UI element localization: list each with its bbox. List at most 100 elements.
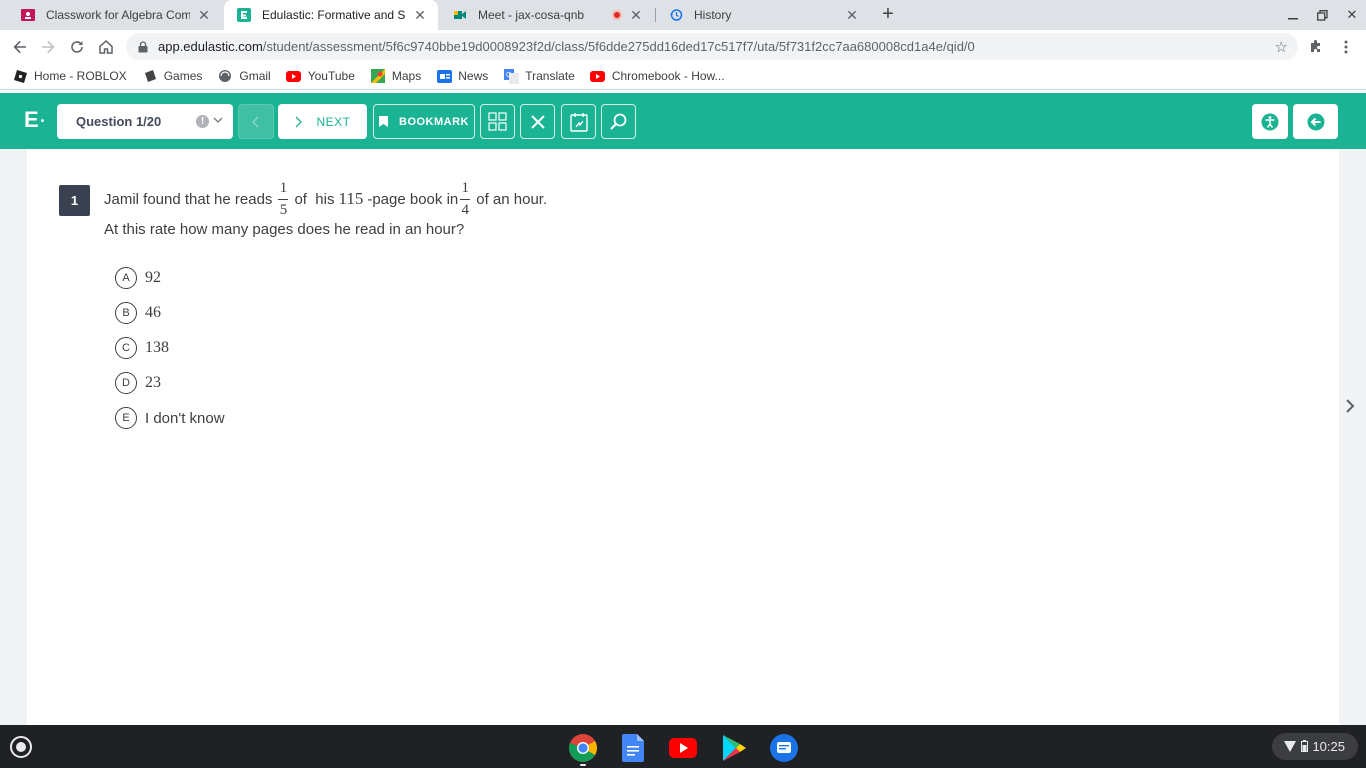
- url-host: app.edulastic.com: [158, 39, 263, 54]
- question-selector[interactable]: Question 1/20 !: [57, 104, 233, 139]
- chevron-right-icon[interactable]: [1345, 398, 1355, 419]
- magnifier-button[interactable]: [601, 104, 636, 139]
- forward-arrow-icon[interactable]: [36, 35, 60, 59]
- choice-letter: E: [115, 407, 137, 429]
- accessibility-icon: [1261, 113, 1279, 130]
- tab-title: History: [694, 8, 732, 22]
- tab-edulastic[interactable]: Edulastic: Formative and Summ ✕: [224, 0, 438, 30]
- youtube-icon: [286, 68, 302, 84]
- history-icon: [668, 7, 684, 23]
- choice-text: 46: [145, 304, 161, 321]
- battery-icon: [1301, 740, 1308, 752]
- close-icon[interactable]: ✕: [412, 7, 428, 23]
- bookmark-label: Chromebook - How...: [611, 69, 725, 83]
- bookmark-label: YouTube: [307, 69, 355, 83]
- fraction-bar: [278, 198, 289, 200]
- next-button[interactable]: NEXT: [278, 104, 367, 139]
- choice-c[interactable]: C 138: [115, 336, 169, 360]
- bookmark-games[interactable]: Games: [142, 68, 202, 84]
- recording-indicator-icon: [612, 10, 622, 20]
- previous-button[interactable]: [238, 104, 274, 139]
- menu-kebab-icon[interactable]: [1334, 35, 1358, 59]
- scratchpad-button[interactable]: [561, 104, 596, 139]
- bookmark-translate[interactable]: G Translate: [503, 68, 575, 84]
- edulastic-logo[interactable]: E •: [24, 107, 44, 133]
- fraction-denominator: 5: [279, 201, 288, 218]
- choice-e[interactable]: E I don't know: [115, 406, 225, 430]
- minimize-icon[interactable]: [1279, 0, 1307, 30]
- close-icon[interactable]: ✕: [196, 7, 212, 23]
- messages-icon[interactable]: [769, 733, 799, 763]
- bookmark-gmail[interactable]: Gmail: [217, 68, 271, 84]
- bookmark-chromebook-how[interactable]: Chromebook - How...: [590, 68, 725, 84]
- edulastic-icon: [236, 7, 252, 23]
- browser-toolbar: app.edulastic.com/student/assessment/5f6…: [0, 30, 1366, 63]
- new-tab-plus-icon[interactable]: +: [878, 4, 898, 25]
- question-text: of an hour.: [476, 190, 548, 208]
- grid-icon: [488, 112, 507, 131]
- choice-d[interactable]: D 23: [115, 371, 161, 395]
- fraction-numerator: 1: [461, 179, 470, 196]
- question-text: Jamil found that he reads: [104, 190, 273, 208]
- youtube-icon: [590, 68, 606, 84]
- choice-letter: A: [115, 267, 137, 289]
- bookmark-label: Gmail: [239, 69, 271, 83]
- bookmark-youtube[interactable]: YouTube: [286, 68, 355, 84]
- back-arrow-icon[interactable]: [8, 35, 32, 59]
- bookmark-label: Home - ROBLOX: [34, 69, 127, 83]
- close-icon[interactable]: ✕: [628, 7, 644, 23]
- fraction-bar: [460, 198, 471, 200]
- roblox-icon: [12, 68, 28, 84]
- choice-letter: B: [115, 302, 137, 324]
- choice-letter: C: [115, 337, 137, 359]
- play-store-icon[interactable]: [719, 733, 749, 763]
- home-icon[interactable]: [94, 35, 118, 59]
- bookmark-star-icon[interactable]: ☆: [1275, 38, 1288, 56]
- gmail-icon: [217, 68, 233, 84]
- exit-arrow-icon: [1307, 113, 1324, 130]
- chrome-icon[interactable]: [568, 733, 598, 763]
- tab-meet[interactable]: Meet - jax-cosa-qnb ✕: [440, 0, 654, 30]
- tab-classwork[interactable]: Classwork for Algebra Common ✕: [8, 0, 222, 30]
- chevron-left-icon: [252, 116, 259, 127]
- bookmark-news[interactable]: News: [436, 68, 488, 84]
- wifi-icon: [1284, 740, 1296, 752]
- scratchpad-icon: [569, 112, 588, 132]
- extensions-puzzle-icon[interactable]: [1304, 35, 1328, 59]
- choice-a[interactable]: A 92: [115, 266, 161, 290]
- bookmark-label: Translate: [525, 69, 575, 83]
- info-icon: !: [196, 115, 209, 128]
- status-tray[interactable]: 10:25: [1272, 733, 1358, 760]
- bookmarks-bar: Home - ROBLOX Games Gmail YouTube Maps N…: [0, 63, 1366, 90]
- fraction-numerator: 1: [279, 179, 288, 196]
- choice-b[interactable]: B 46: [115, 301, 161, 325]
- bookmark-label: Maps: [391, 69, 422, 83]
- games-icon: [142, 68, 158, 84]
- question-stem-line-2: At this rate how many pages does he read…: [104, 221, 465, 238]
- reload-icon[interactable]: [65, 35, 89, 59]
- bookmark-roblox[interactable]: Home - ROBLOX: [12, 68, 127, 84]
- address-bar[interactable]: app.edulastic.com/student/assessment/5f6…: [126, 33, 1298, 60]
- answer-eliminator-button[interactable]: [520, 104, 555, 139]
- review-grid-button[interactable]: [480, 104, 515, 139]
- docs-icon[interactable]: [618, 733, 648, 763]
- window-close-icon[interactable]: ✕: [1338, 0, 1366, 30]
- bookmark-flag-icon: [379, 116, 388, 127]
- bookmark-maps[interactable]: Maps: [370, 68, 421, 84]
- exit-button[interactable]: [1293, 104, 1338, 139]
- choice-text: 23: [145, 374, 161, 391]
- clock: 10:25: [1312, 739, 1345, 754]
- tab-history[interactable]: History ✕: [656, 0, 870, 30]
- meet-icon: [452, 7, 468, 23]
- youtube-icon[interactable]: [668, 733, 698, 763]
- restore-icon[interactable]: [1308, 0, 1336, 30]
- tab-title: Classwork for Algebra Common: [46, 8, 190, 22]
- launcher-icon[interactable]: [10, 736, 32, 758]
- close-icon[interactable]: ✕: [844, 7, 860, 23]
- chevron-right-icon: [296, 116, 303, 127]
- question-panel: 1 Jamil found that he reads 1 5 of his 1…: [27, 149, 1339, 725]
- accessibility-button[interactable]: [1252, 104, 1288, 139]
- bookmark-button[interactable]: BOOKMARK: [373, 104, 475, 139]
- bookmark-label: News: [458, 69, 489, 83]
- chevron-down-icon: [213, 114, 223, 128]
